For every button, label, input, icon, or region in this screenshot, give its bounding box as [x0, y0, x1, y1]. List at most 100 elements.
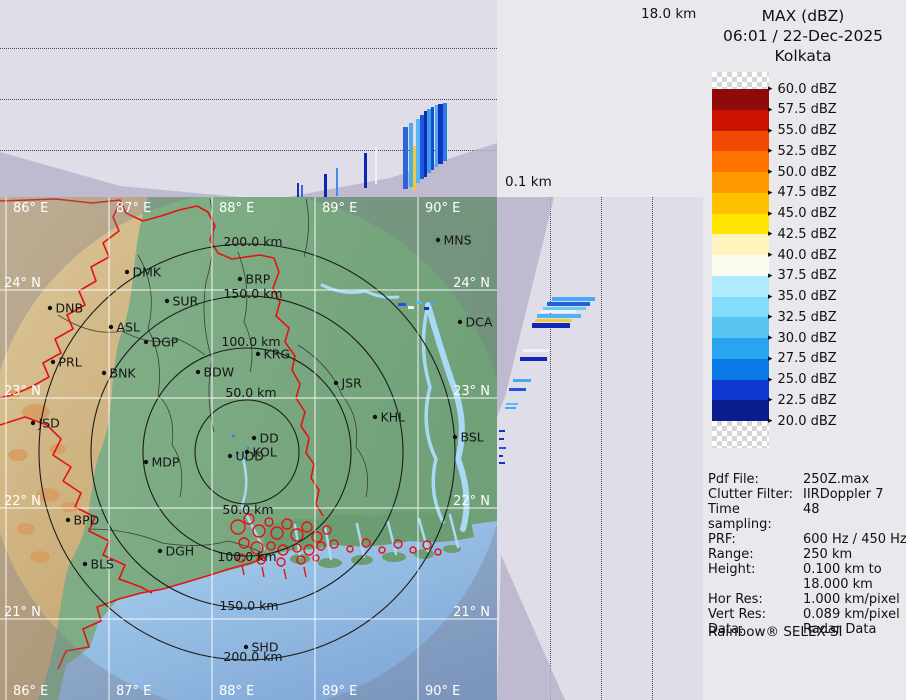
legend-tick-arrow-icon: ▸ — [768, 333, 773, 343]
range-ring-label: 100.0 km — [217, 549, 276, 564]
range-ring-label: 150.0 km — [219, 598, 278, 613]
legend-tick-arrow-icon: ▸ — [768, 375, 773, 385]
city-dot — [373, 415, 377, 419]
metadata-row: Vert Res:0.089 km/pixel — [708, 607, 904, 622]
legend-label-row: ▸60.0 dBZ — [768, 80, 837, 98]
city-dot — [125, 270, 129, 274]
legend-panel: MAX (dBZ) 06:01 / 22-Dec-2025 Kolkata ▸6… — [700, 0, 906, 700]
legend-label: 47.5 dBZ — [778, 185, 837, 200]
city-dot — [244, 645, 248, 649]
metadata-label: Height: — [708, 562, 803, 577]
legend-tick-arrow-icon: ▸ — [768, 312, 773, 322]
metadata-row: Range:250 km — [708, 547, 904, 562]
city-label: SHD — [252, 640, 279, 655]
metadata-value: 0.100 km to — [803, 562, 904, 577]
city-label: DD — [260, 431, 279, 446]
map-echo — [398, 303, 406, 306]
metadata-row: PRF:600 Hz / 450 Hz — [708, 532, 904, 547]
echo-bar — [520, 357, 547, 361]
legend-tick-arrow-icon: ▸ — [768, 416, 773, 426]
city-label: BNK — [110, 366, 137, 381]
echo-bar — [403, 127, 408, 189]
city-dot — [252, 436, 256, 440]
min-height-label: 0.1 km — [505, 174, 552, 190]
city-label: BDW — [204, 365, 235, 380]
legend-tick-arrow-icon: ▸ — [768, 395, 773, 405]
city-dot — [31, 421, 35, 425]
echo-bar — [523, 349, 549, 352]
echo-bar — [509, 388, 526, 391]
legend-label: 50.0 dBZ — [778, 165, 837, 180]
metadata-label: Time sampling: — [708, 502, 803, 532]
metadata-row: Pdf File:250Z.max — [708, 472, 904, 487]
metadata-value: 250 km — [803, 547, 904, 562]
city-dot — [144, 460, 148, 464]
city-label: KHL — [381, 410, 406, 425]
legend-label-row: ▸45.0 dBZ — [768, 205, 837, 223]
city-label: MNS — [444, 233, 472, 248]
city-label: DCA — [466, 315, 493, 330]
range-ring-label: 150.0 km — [223, 286, 282, 301]
legend-label-row: ▸ 55.0 dBZ — [768, 122, 837, 140]
city-label: DGP — [152, 335, 179, 350]
legend-label-row: ▸20.0 dBZ — [768, 412, 837, 430]
metadata-row: Clutter Filter:IIRDoppler 7 — [708, 487, 904, 502]
software-brand: Rainbow® SELEX-SI — [708, 624, 842, 640]
legend-tick-arrow-icon: ▸ — [768, 229, 773, 239]
echo-bar — [513, 379, 531, 382]
map-echo — [416, 301, 422, 304]
legend-label: 40.0 dBZ — [778, 248, 837, 263]
city-label: SUR — [173, 294, 199, 309]
metadata-value: IIRDoppler 7 — [803, 487, 904, 502]
city-label: BSL — [461, 430, 484, 445]
metadata-label: Pdf File: — [708, 472, 803, 487]
city-label: BLS — [91, 557, 115, 572]
lon-label: 88° E — [219, 684, 254, 699]
legend-label-row: ▸35.0 dBZ — [768, 288, 837, 306]
legend-tick-arrow-icon: ▸ — [768, 126, 773, 136]
echo-bar — [499, 430, 505, 432]
legend-label-row: ▸57.5 dBZ — [768, 101, 837, 119]
radar-map: 200.0 km150.0 km100.0 km50.0 km50.0 km10… — [0, 197, 497, 700]
metadata-label — [708, 577, 803, 592]
city-label: KRG — [264, 347, 291, 362]
product-metadata: Pdf File:250Z.maxClutter Filter:IIRDoppl… — [708, 472, 904, 637]
city-label: UDD — [236, 449, 264, 464]
legend-label: 30.0 dBZ — [778, 331, 837, 346]
lon-label: 88° E — [219, 201, 254, 216]
echo-bar — [336, 168, 338, 196]
legend-label-row: ▸40.0 dBZ — [768, 246, 837, 264]
city-dot — [144, 340, 148, 344]
max-height-label: 18.0 km — [641, 6, 696, 22]
echo-bar — [547, 302, 590, 306]
legend-label-row: ▸25.0 dBZ — [768, 371, 837, 389]
city-label: DGH — [166, 544, 195, 559]
city-dot — [66, 518, 70, 522]
echo-bar — [532, 323, 570, 328]
echo-bar — [537, 314, 581, 318]
legend-label-row: ▸ 22.5 dBZ — [768, 391, 837, 409]
legend-label: 22.5 dBZ — [778, 393, 837, 408]
city-dot — [256, 352, 260, 356]
city-label: BRP — [246, 272, 271, 287]
metadata-value: 18.000 km — [803, 577, 904, 592]
city-dot — [453, 435, 457, 439]
echo-bar — [506, 403, 518, 405]
legend-label: 55.0 dBZ — [778, 123, 837, 138]
ns-cross-section-panel — [497, 197, 703, 700]
echo-bar — [540, 310, 576, 313]
map-echo — [232, 435, 235, 437]
metadata-row: 18.000 km — [708, 577, 904, 592]
legend-tick-arrow-icon: ▸ — [768, 84, 773, 94]
city-dot — [458, 320, 462, 324]
range-ring-label: 50.0 km — [222, 502, 273, 517]
city-label: PRL — [59, 355, 82, 370]
map-echo — [430, 302, 435, 305]
legend-label: 57.5 dBZ — [778, 102, 837, 117]
echo-bar — [443, 103, 447, 161]
city-label: MDP — [152, 455, 180, 470]
legend-label-row: ▸27.5 dBZ — [768, 350, 837, 368]
metadata-label: PRF: — [708, 532, 803, 547]
city-dot — [102, 371, 106, 375]
lat-label: 24° N — [4, 276, 41, 291]
